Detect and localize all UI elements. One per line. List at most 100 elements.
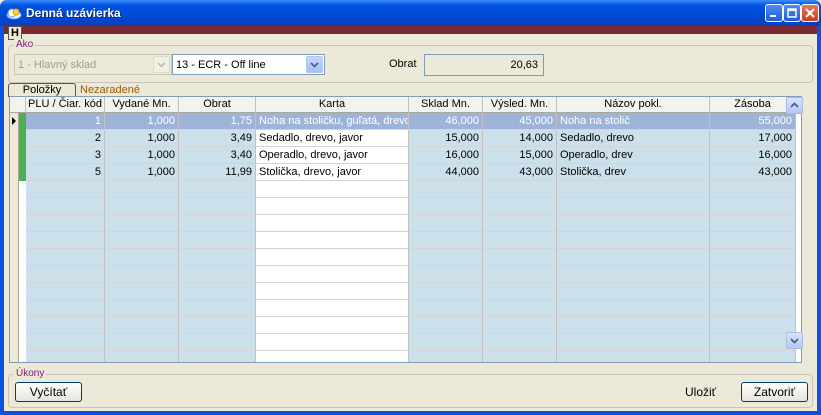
items-grid[interactable]: PLU / Čiar. kód Vydané Mn. Obrat Karta S… xyxy=(9,96,802,363)
ecr-select[interactable]: 13 - ECR - Off line xyxy=(172,54,325,75)
empty-cell[interactable] xyxy=(710,198,796,215)
empty-cell[interactable] xyxy=(105,198,179,215)
empty-cell[interactable] xyxy=(26,198,105,215)
empty-cell[interactable] xyxy=(105,317,179,334)
zatvorit-button[interactable]: Zatvoriť xyxy=(741,382,808,402)
empty-cell[interactable] xyxy=(483,317,557,334)
col-header-obrat[interactable]: Obrat xyxy=(179,97,256,113)
empty-cell[interactable] xyxy=(179,300,256,317)
empty-cell[interactable] xyxy=(409,249,483,266)
col-header-zasoba[interactable]: Zásoba xyxy=(710,97,796,113)
row-indicator[interactable] xyxy=(10,283,19,300)
empty-cell[interactable] xyxy=(557,334,710,351)
cell-vydane[interactable]: 1,000 xyxy=(105,147,179,164)
cell-vydane[interactable]: 1,000 xyxy=(105,164,179,181)
empty-cell[interactable] xyxy=(409,283,483,300)
col-header-nazov[interactable]: Názov pokl. xyxy=(557,97,710,113)
empty-cell[interactable] xyxy=(105,283,179,300)
row-indicator[interactable] xyxy=(10,130,19,147)
empty-cell[interactable] xyxy=(409,232,483,249)
row-indicator[interactable] xyxy=(10,113,19,130)
empty-cell[interactable] xyxy=(710,181,796,198)
cell-sklad[interactable]: 15,000 xyxy=(409,130,483,147)
empty-cell[interactable] xyxy=(710,283,796,300)
empty-cell[interactable] xyxy=(710,215,796,232)
cell-nazov[interactable]: Operadlo, drev xyxy=(557,147,710,164)
empty-cell[interactable] xyxy=(26,249,105,266)
empty-cell[interactable] xyxy=(483,232,557,249)
scroll-down-button[interactable] xyxy=(786,332,803,349)
cell-plu[interactable]: 1 xyxy=(26,113,105,130)
empty-cell[interactable] xyxy=(483,300,557,317)
empty-cell[interactable] xyxy=(26,266,105,283)
cell-karta[interactable]: Stolička, drevo, javor xyxy=(256,164,409,181)
cell-obrat[interactable]: 1,75 xyxy=(179,113,256,130)
col-header-sklad[interactable]: Sklad Mn. xyxy=(409,97,483,113)
empty-cell[interactable] xyxy=(409,181,483,198)
close-button[interactable] xyxy=(801,4,819,22)
row-indicator[interactable] xyxy=(10,181,19,198)
empty-cell[interactable] xyxy=(557,351,710,362)
empty-cell[interactable] xyxy=(105,249,179,266)
cell-plu[interactable]: 2 xyxy=(26,130,105,147)
empty-cell[interactable] xyxy=(256,198,409,215)
empty-cell[interactable] xyxy=(256,249,409,266)
empty-cell[interactable] xyxy=(710,249,796,266)
empty-cell[interactable] xyxy=(179,317,256,334)
row-indicator[interactable] xyxy=(10,215,19,232)
empty-cell[interactable] xyxy=(105,266,179,283)
title-bar[interactable]: Denná uzávierka xyxy=(0,0,821,26)
cell-nazov[interactable]: Stolička, drev xyxy=(557,164,710,181)
empty-cell[interactable] xyxy=(557,317,710,334)
empty-cell[interactable] xyxy=(179,351,256,362)
empty-cell[interactable] xyxy=(710,300,796,317)
empty-cell[interactable] xyxy=(483,249,557,266)
empty-cell[interactable] xyxy=(105,215,179,232)
row-indicator[interactable] xyxy=(10,249,19,266)
row-indicator[interactable] xyxy=(10,198,19,215)
col-header-karta[interactable]: Karta xyxy=(256,97,409,113)
row-indicator[interactable] xyxy=(10,164,19,181)
empty-cell[interactable] xyxy=(256,351,409,362)
cell-vysled[interactable]: 43,000 xyxy=(483,164,557,181)
empty-cell[interactable] xyxy=(179,215,256,232)
empty-cell[interactable] xyxy=(179,283,256,300)
empty-cell[interactable] xyxy=(179,232,256,249)
col-header-vydane[interactable]: Vydané Mn. xyxy=(105,97,179,113)
empty-cell[interactable] xyxy=(483,266,557,283)
cell-karta[interactable]: Operadlo, drevo, javor xyxy=(256,147,409,164)
empty-cell[interactable] xyxy=(26,283,105,300)
empty-cell[interactable] xyxy=(557,266,710,283)
empty-cell[interactable] xyxy=(256,266,409,283)
h-menu-button[interactable]: H xyxy=(8,26,22,40)
cell-vysled[interactable]: 45,000 xyxy=(483,113,557,130)
empty-cell[interactable] xyxy=(256,181,409,198)
empty-cell[interactable] xyxy=(179,249,256,266)
empty-cell[interactable] xyxy=(26,351,105,362)
empty-cell[interactable] xyxy=(256,317,409,334)
empty-cell[interactable] xyxy=(256,283,409,300)
empty-cell[interactable] xyxy=(26,181,105,198)
empty-cell[interactable] xyxy=(557,215,710,232)
empty-cell[interactable] xyxy=(483,181,557,198)
empty-cell[interactable] xyxy=(710,351,796,362)
cell-nazov[interactable]: Sedadlo, drevo xyxy=(557,130,710,147)
empty-cell[interactable] xyxy=(557,283,710,300)
empty-cell[interactable] xyxy=(409,215,483,232)
empty-cell[interactable] xyxy=(483,334,557,351)
empty-cell[interactable] xyxy=(409,300,483,317)
cell-plu[interactable]: 5 xyxy=(26,164,105,181)
maximize-button[interactable] xyxy=(783,4,801,22)
empty-cell[interactable] xyxy=(483,283,557,300)
col-header-plu[interactable]: PLU / Čiar. kód xyxy=(26,97,105,113)
empty-cell[interactable] xyxy=(179,334,256,351)
vycitat-button[interactable]: Vyčítať xyxy=(15,382,82,402)
cell-karta[interactable]: Noha na stoličku, guľatá, drevo xyxy=(256,113,409,130)
empty-cell[interactable] xyxy=(557,249,710,266)
empty-cell[interactable] xyxy=(179,266,256,283)
empty-cell[interactable] xyxy=(409,266,483,283)
cell-karta[interactable]: Sedadlo, drevo, javor xyxy=(256,130,409,147)
chevron-down-icon[interactable] xyxy=(306,56,323,73)
empty-cell[interactable] xyxy=(710,266,796,283)
row-indicator[interactable] xyxy=(10,334,19,351)
